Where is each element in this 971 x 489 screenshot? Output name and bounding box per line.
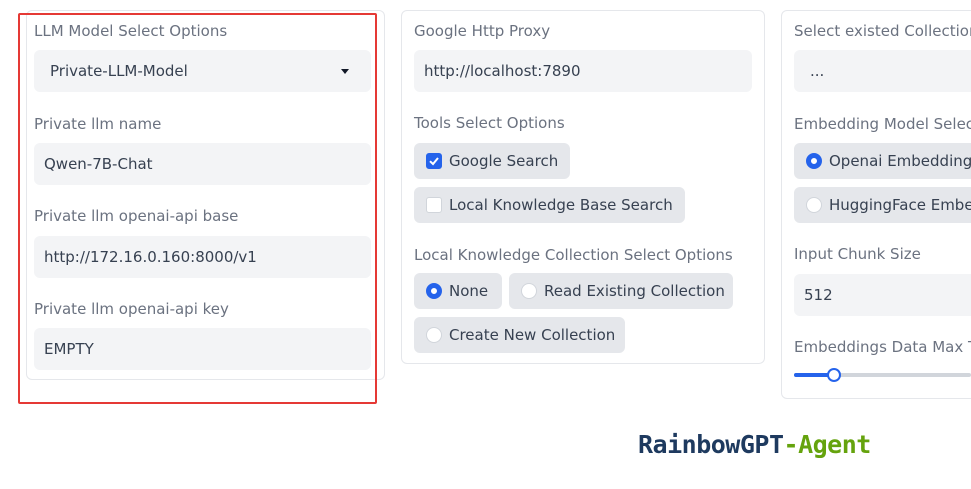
collection-option-read-existing[interactable]: Read Existing Collection [509, 273, 733, 309]
collection-option-label: Create New Collection [449, 326, 616, 344]
brand-logo: RainbowGPT-Agent [638, 430, 871, 459]
embedding-option-openai[interactable]: Openai Embedding [794, 143, 971, 179]
checkbox-checked-icon [426, 153, 442, 169]
embeddings-max-label: Embeddings Data Max T [794, 338, 971, 356]
collection-option-label: Read Existing Collection [544, 282, 725, 300]
radio-empty-icon [806, 197, 822, 213]
tools-label: Tools Select Options [414, 114, 565, 132]
checkbox-empty-icon [426, 197, 442, 213]
brand-suffix: -Agent [783, 430, 872, 459]
chunk-size-input[interactable]: 512 [794, 274, 971, 316]
slider-thumb[interactable] [827, 368, 841, 382]
tool-label: Local Knowledge Base Search [449, 196, 673, 214]
embedding-option-label: HuggingFace Embe [829, 196, 971, 214]
existed-collection-label: Select existed Collection [794, 22, 971, 40]
collection-option-none[interactable]: None [414, 273, 502, 309]
radio-empty-icon [426, 327, 442, 343]
proxy-input[interactable]: http://localhost:7890 [414, 50, 752, 92]
tool-label: Google Search [449, 152, 559, 170]
radio-empty-icon [521, 283, 537, 299]
brand-name: RainbowGPT [638, 430, 784, 459]
embedding-option-huggingface[interactable]: HuggingFace Embe [794, 187, 971, 223]
existed-collection-select[interactable]: ... [794, 50, 971, 92]
embeddings-max-slider[interactable] [794, 368, 971, 382]
tool-google-search[interactable]: Google Search [414, 143, 570, 179]
tool-local-kb-search[interactable]: Local Knowledge Base Search [414, 187, 685, 223]
proxy-label: Google Http Proxy [414, 22, 551, 40]
radio-selected-icon [806, 153, 822, 169]
embedding-option-label: Openai Embedding [829, 152, 971, 170]
embedding-model-label: Embedding Model Selec [794, 115, 971, 133]
radio-selected-icon [426, 283, 442, 299]
collection-select-label: Local Knowledge Collection Select Option… [414, 246, 733, 264]
collection-option-label: None [449, 282, 489, 300]
collection-option-create-new[interactable]: Create New Collection [414, 317, 625, 353]
chunk-size-label: Input Chunk Size [794, 245, 921, 263]
highlight-frame [18, 13, 377, 404]
